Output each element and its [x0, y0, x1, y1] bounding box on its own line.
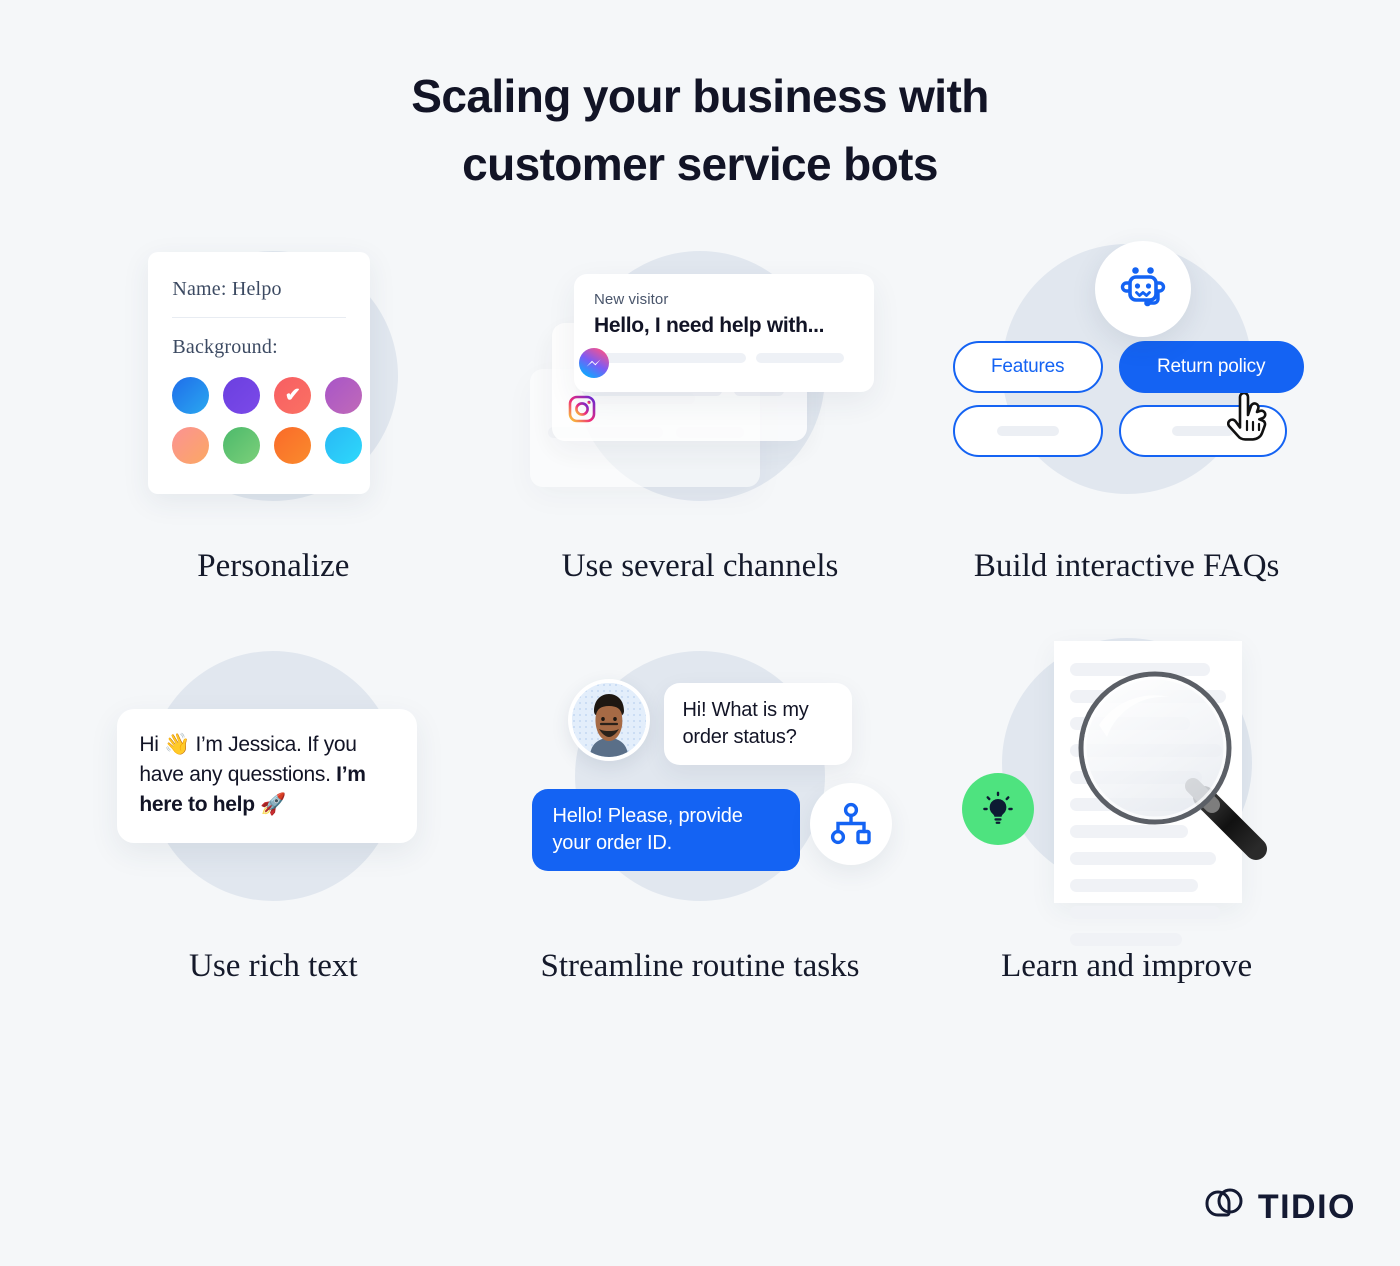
swatch-red-selected[interactable]: ✔ — [274, 377, 312, 415]
bot-settings-card: Name: Helpo Background: ✔ — [148, 252, 371, 495]
visitor-message: Hello, I need help with... — [593, 314, 825, 338]
check-icon: ✔ — [284, 385, 301, 407]
channels-illustration: New visitor Hello, I need help with... — [500, 226, 900, 526]
bot-avatar-circle — [1094, 241, 1191, 338]
outgoing-message-text: Hello! Please, provide your order ID. — [552, 805, 743, 855]
rocket-emoji-icon: 🚀 — [260, 793, 287, 817]
placeholder-bar — [593, 353, 746, 364]
document-analysis — [961, 641, 1292, 947]
magnifying-glass-icon — [1054, 647, 1284, 882]
bot-name-label: Name: Helpo — [172, 278, 282, 301]
color-swatch-grid: ✔ — [172, 377, 363, 465]
caption-personalize: Personalize — [197, 548, 350, 585]
personalize-illustration: Name: Helpo Background: ✔ — [73, 226, 473, 526]
tidio-logo: TIDIO — [1203, 1185, 1356, 1230]
feature-card-personalize: Name: Helpo Background: ✔ Personalize — [60, 226, 487, 626]
greeting-text: Hi — [139, 733, 165, 757]
routine-illustration: Hi! What is my order status? Hello! Plea… — [500, 626, 900, 926]
page-title-line-2: customer service bots — [462, 138, 938, 191]
swatch-blue[interactable] — [172, 377, 210, 415]
notification-card-new-visitor[interactable]: New visitor Hello, I need help with... — [573, 274, 874, 393]
card-divider — [172, 317, 347, 319]
feature-card-routine: Hi! What is my order status? Hello! Plea… — [487, 626, 914, 1026]
feature-card-learn: Learn and improve — [913, 626, 1340, 1026]
page-title-line-1: Scaling your business with — [411, 70, 989, 122]
faq-button-features[interactable]: Features — [952, 341, 1103, 394]
notification-stack: New visitor Hello, I need help with... — [529, 261, 874, 491]
feature-card-rich-text: Hi 👋 I’m Jessica. If you have any quesst… — [60, 626, 487, 1026]
swatch-orange[interactable] — [274, 427, 312, 465]
placeholder-bar-row — [593, 353, 854, 364]
flowchart-nodes-icon — [831, 803, 872, 845]
placeholder-bar — [996, 426, 1059, 437]
tidio-logo-text: TIDIO — [1257, 1188, 1356, 1226]
instagram-icon — [566, 393, 598, 425]
caption-rich-text: Use rich text — [189, 948, 358, 985]
page-title: Scaling your business with customer serv… — [0, 0, 1400, 198]
swatch-peach[interactable] — [172, 427, 210, 465]
tidio-logo-mark — [1203, 1185, 1247, 1230]
faq-button-placeholder-1[interactable] — [952, 405, 1103, 458]
swatch-green[interactable] — [223, 427, 261, 465]
rich-text-bubble: Hi 👋 I’m Jessica. If you have any quesst… — [117, 709, 418, 843]
feature-card-faqs: Features Return policy Build interactive… — [913, 226, 1340, 626]
conversation-preview: Hi! What is my order status? Hello! Plea… — [522, 661, 893, 891]
hand-pointer-cursor — [1226, 391, 1271, 450]
doc-line — [1069, 933, 1182, 947]
flow-icon-circle — [810, 783, 893, 866]
placeholder-bar — [1171, 426, 1234, 437]
lightbulb-icon — [982, 791, 1013, 825]
lightbulb-badge — [961, 773, 1034, 846]
rich-text-illustration: Hi 👋 I’m Jessica. If you have any quesst… — [73, 626, 473, 926]
faq-button-label: Features — [990, 356, 1065, 378]
caption-learn: Learn and improve — [1001, 948, 1253, 985]
swatch-magenta[interactable] — [325, 377, 363, 415]
caption-channels: Use several channels — [561, 548, 839, 585]
visitor-status-label: New visitor — [593, 291, 669, 309]
doc-line — [1069, 906, 1220, 920]
swatch-purple[interactable] — [223, 377, 261, 415]
faq-buttons-wrap: Features Return policy — [952, 241, 1304, 511]
outgoing-message-bubble: Hello! Please, provide your order ID. — [532, 789, 801, 872]
customer-avatar — [568, 679, 651, 762]
background-label: Background: — [172, 336, 278, 359]
caption-routine: Streamline routine tasks — [540, 948, 860, 985]
feature-card-channels: New visitor Hello, I need help with... U… — [487, 226, 914, 626]
faq-illustration: Features Return policy — [927, 226, 1327, 526]
swatch-cyan[interactable] — [325, 427, 363, 465]
messenger-icon — [578, 347, 610, 379]
faq-button-return-policy[interactable]: Return policy — [1118, 341, 1304, 394]
learn-illustration — [927, 626, 1327, 947]
faq-button-label: Return policy — [1157, 356, 1266, 378]
feature-grid: Name: Helpo Background: ✔ Personalize Ne… — [60, 226, 1340, 1026]
chatbot-headset-icon — [1120, 267, 1165, 307]
placeholder-bar — [755, 353, 844, 364]
caption-faqs: Build interactive FAQs — [973, 548, 1280, 585]
wave-emoji-icon: 👋 — [164, 733, 190, 757]
incoming-message-bubble: Hi! What is my order status? — [664, 683, 853, 766]
incoming-message-text: Hi! What is my order status? — [682, 699, 809, 749]
